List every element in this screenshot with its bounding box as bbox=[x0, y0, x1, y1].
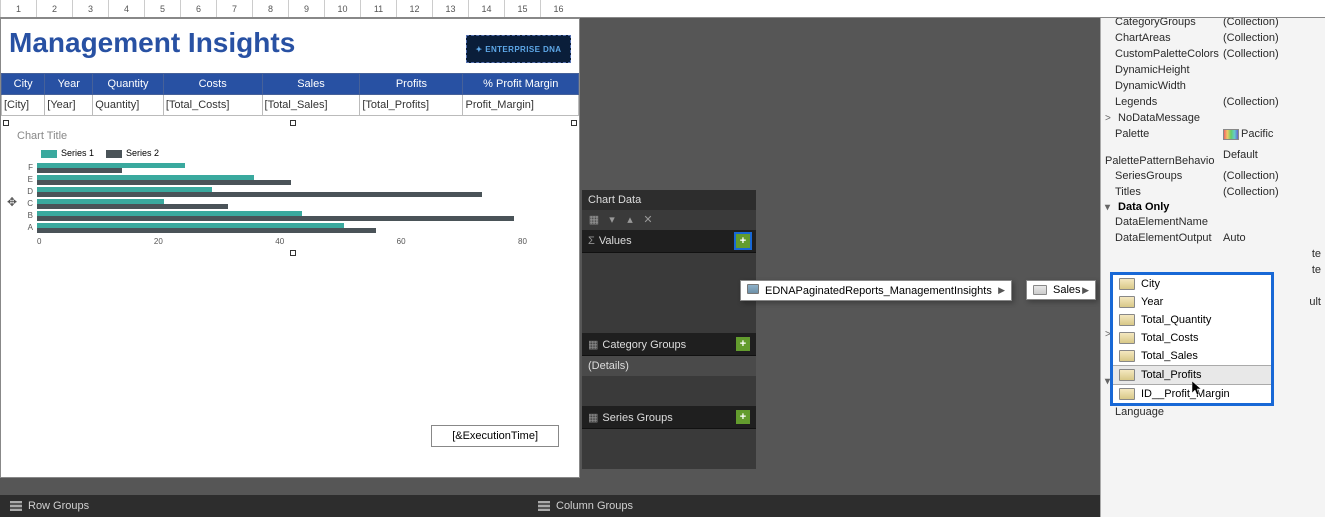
chart-data-toolbar[interactable]: ▦ ▾ ▴ ✕ bbox=[582, 210, 756, 230]
chart-data-panel[interactable]: Chart Data ▦ ▾ ▴ ✕ ΣValues + ▦Category G… bbox=[582, 190, 756, 469]
sales-flyout[interactable]: Sales ▶ bbox=[1026, 280, 1096, 300]
field-icon bbox=[1119, 388, 1135, 400]
field-option[interactable]: Total_Costs bbox=[1113, 329, 1271, 347]
col-header[interactable]: City bbox=[2, 74, 45, 95]
property-row[interactable]: > NoDataMessage bbox=[1101, 110, 1325, 126]
arrow-up-icon[interactable]: ▴ bbox=[624, 214, 636, 226]
groups-bar: Row Groups Column Groups bbox=[0, 495, 1100, 517]
chart-title: Chart Title bbox=[17, 130, 567, 142]
property-row[interactable]: DataElementName bbox=[1101, 214, 1325, 230]
field-icon bbox=[1119, 369, 1135, 381]
field-option[interactable]: Total_Sales bbox=[1113, 347, 1271, 365]
table-header-row: CityYearQuantityCostsSalesProfits% Profi… bbox=[2, 74, 579, 95]
enterprise-dna-logo: ✦ ENTERPRISE DNA bbox=[466, 35, 571, 63]
chart-legend: Series 1Series 2 bbox=[41, 148, 567, 158]
details-group[interactable]: (Details) bbox=[582, 356, 756, 376]
field-icon bbox=[1119, 296, 1135, 308]
property-row[interactable]: te bbox=[1101, 246, 1325, 262]
field-option[interactable]: ID__Profit_Margin bbox=[1113, 385, 1271, 403]
field-option[interactable]: Total_Quantity bbox=[1113, 311, 1271, 329]
chart-data-header: Chart Data bbox=[582, 190, 756, 210]
chart-bars: FEDCBA bbox=[17, 162, 567, 233]
field-cell[interactable]: Quantity] bbox=[93, 95, 164, 116]
row-groups-label[interactable]: Row Groups bbox=[0, 495, 528, 517]
report-design-canvas[interactable]: Management Insights ✦ ENTERPRISE DNA Cit… bbox=[0, 18, 580, 478]
arrow-down-icon[interactable]: ▾ bbox=[606, 214, 618, 226]
add-series-button[interactable]: + bbox=[736, 410, 750, 424]
property-row[interactable]: Language bbox=[1101, 404, 1325, 420]
chart-placeholder[interactable]: Chart Title Series 1Series 2 FEDCBA 0204… bbox=[7, 124, 573, 252]
series-groups-header: ▦Series Groups + bbox=[582, 406, 756, 429]
series-icon bbox=[1033, 285, 1047, 295]
submenu-arrow-icon: ▶ bbox=[1082, 285, 1089, 296]
property-row[interactable]: Titles(Collection) bbox=[1101, 184, 1325, 200]
ruler: 12345678910111213141516 bbox=[0, 0, 1325, 18]
field-option[interactable]: Total_Profits bbox=[1113, 365, 1271, 385]
properties-panel[interactable]: ▾ ChartCategoryGroups(Collection)ChartAr… bbox=[1100, 0, 1325, 517]
col-header[interactable]: Costs bbox=[163, 74, 262, 95]
field-cell[interactable]: Profit_Margin] bbox=[463, 95, 579, 116]
field-picker-popup[interactable]: CityYearTotal_QuantityTotal_CostsTotal_S… bbox=[1110, 272, 1274, 406]
column-groups-icon bbox=[538, 501, 550, 511]
property-row[interactable]: PalettePatternBehavioDefault bbox=[1101, 142, 1325, 168]
submenu-arrow-icon: ▶ bbox=[998, 285, 1005, 296]
move-handle-icon[interactable]: ✥ bbox=[7, 195, 17, 209]
field-cell[interactable]: [Total_Sales] bbox=[262, 95, 360, 116]
table-field-row: [City][Year]Quantity][Total_Costs][Total… bbox=[2, 95, 579, 116]
add-category-button[interactable]: + bbox=[736, 337, 750, 351]
field-icon bbox=[1119, 278, 1135, 290]
property-row[interactable]: SeriesGroups(Collection) bbox=[1101, 168, 1325, 184]
values-section-header: ΣValues + bbox=[582, 230, 756, 253]
row-groups-icon bbox=[10, 501, 22, 511]
col-header[interactable]: Year bbox=[45, 74, 93, 95]
col-header[interactable]: Quantity bbox=[93, 74, 164, 95]
chart-x-axis: 020406080 bbox=[37, 237, 567, 246]
values-drop-area[interactable] bbox=[582, 253, 756, 333]
dataset-icon bbox=[747, 284, 759, 294]
property-row[interactable]: PalettePacific bbox=[1101, 126, 1325, 142]
col-header[interactable]: % Profit Margin bbox=[463, 74, 579, 95]
property-category[interactable]: ▾ Data Only bbox=[1101, 200, 1325, 214]
field-cell[interactable]: [Total_Profits] bbox=[360, 95, 463, 116]
field-cell[interactable]: [City] bbox=[2, 95, 45, 116]
field-option[interactable]: City bbox=[1113, 275, 1271, 293]
col-header[interactable]: Sales bbox=[262, 74, 360, 95]
close-icon[interactable]: ✕ bbox=[642, 214, 654, 226]
execution-time-box[interactable]: [&ExecutionTime] bbox=[431, 425, 559, 447]
category-groups-header: ▦Category Groups + bbox=[582, 333, 756, 356]
col-header[interactable]: Profits bbox=[360, 74, 463, 95]
field-icon bbox=[1119, 314, 1135, 326]
property-row[interactable]: ChartAreas(Collection) bbox=[1101, 30, 1325, 46]
field-option[interactable]: Year bbox=[1113, 293, 1271, 311]
property-row[interactable]: DynamicHeight bbox=[1101, 62, 1325, 78]
property-row[interactable]: CustomPaletteColors(Collection) bbox=[1101, 46, 1325, 62]
field-cell[interactable]: [Year] bbox=[45, 95, 93, 116]
property-row[interactable]: DynamicWidth bbox=[1101, 78, 1325, 94]
panel-icon[interactable]: ▦ bbox=[588, 214, 600, 226]
property-row[interactable]: DataElementOutputAuto bbox=[1101, 230, 1325, 246]
property-row[interactable]: Legends(Collection) bbox=[1101, 94, 1325, 110]
report-table[interactable]: CityYearQuantityCostsSalesProfits% Profi… bbox=[1, 73, 579, 116]
column-groups-label[interactable]: Column Groups bbox=[528, 495, 643, 517]
add-value-button[interactable]: + bbox=[736, 234, 750, 248]
field-icon bbox=[1119, 332, 1135, 344]
field-icon bbox=[1119, 350, 1135, 362]
field-cell[interactable]: [Total_Costs] bbox=[163, 95, 262, 116]
dataset-flyout[interactable]: EDNAPaginatedReports_ManagementInsights … bbox=[740, 280, 1012, 301]
